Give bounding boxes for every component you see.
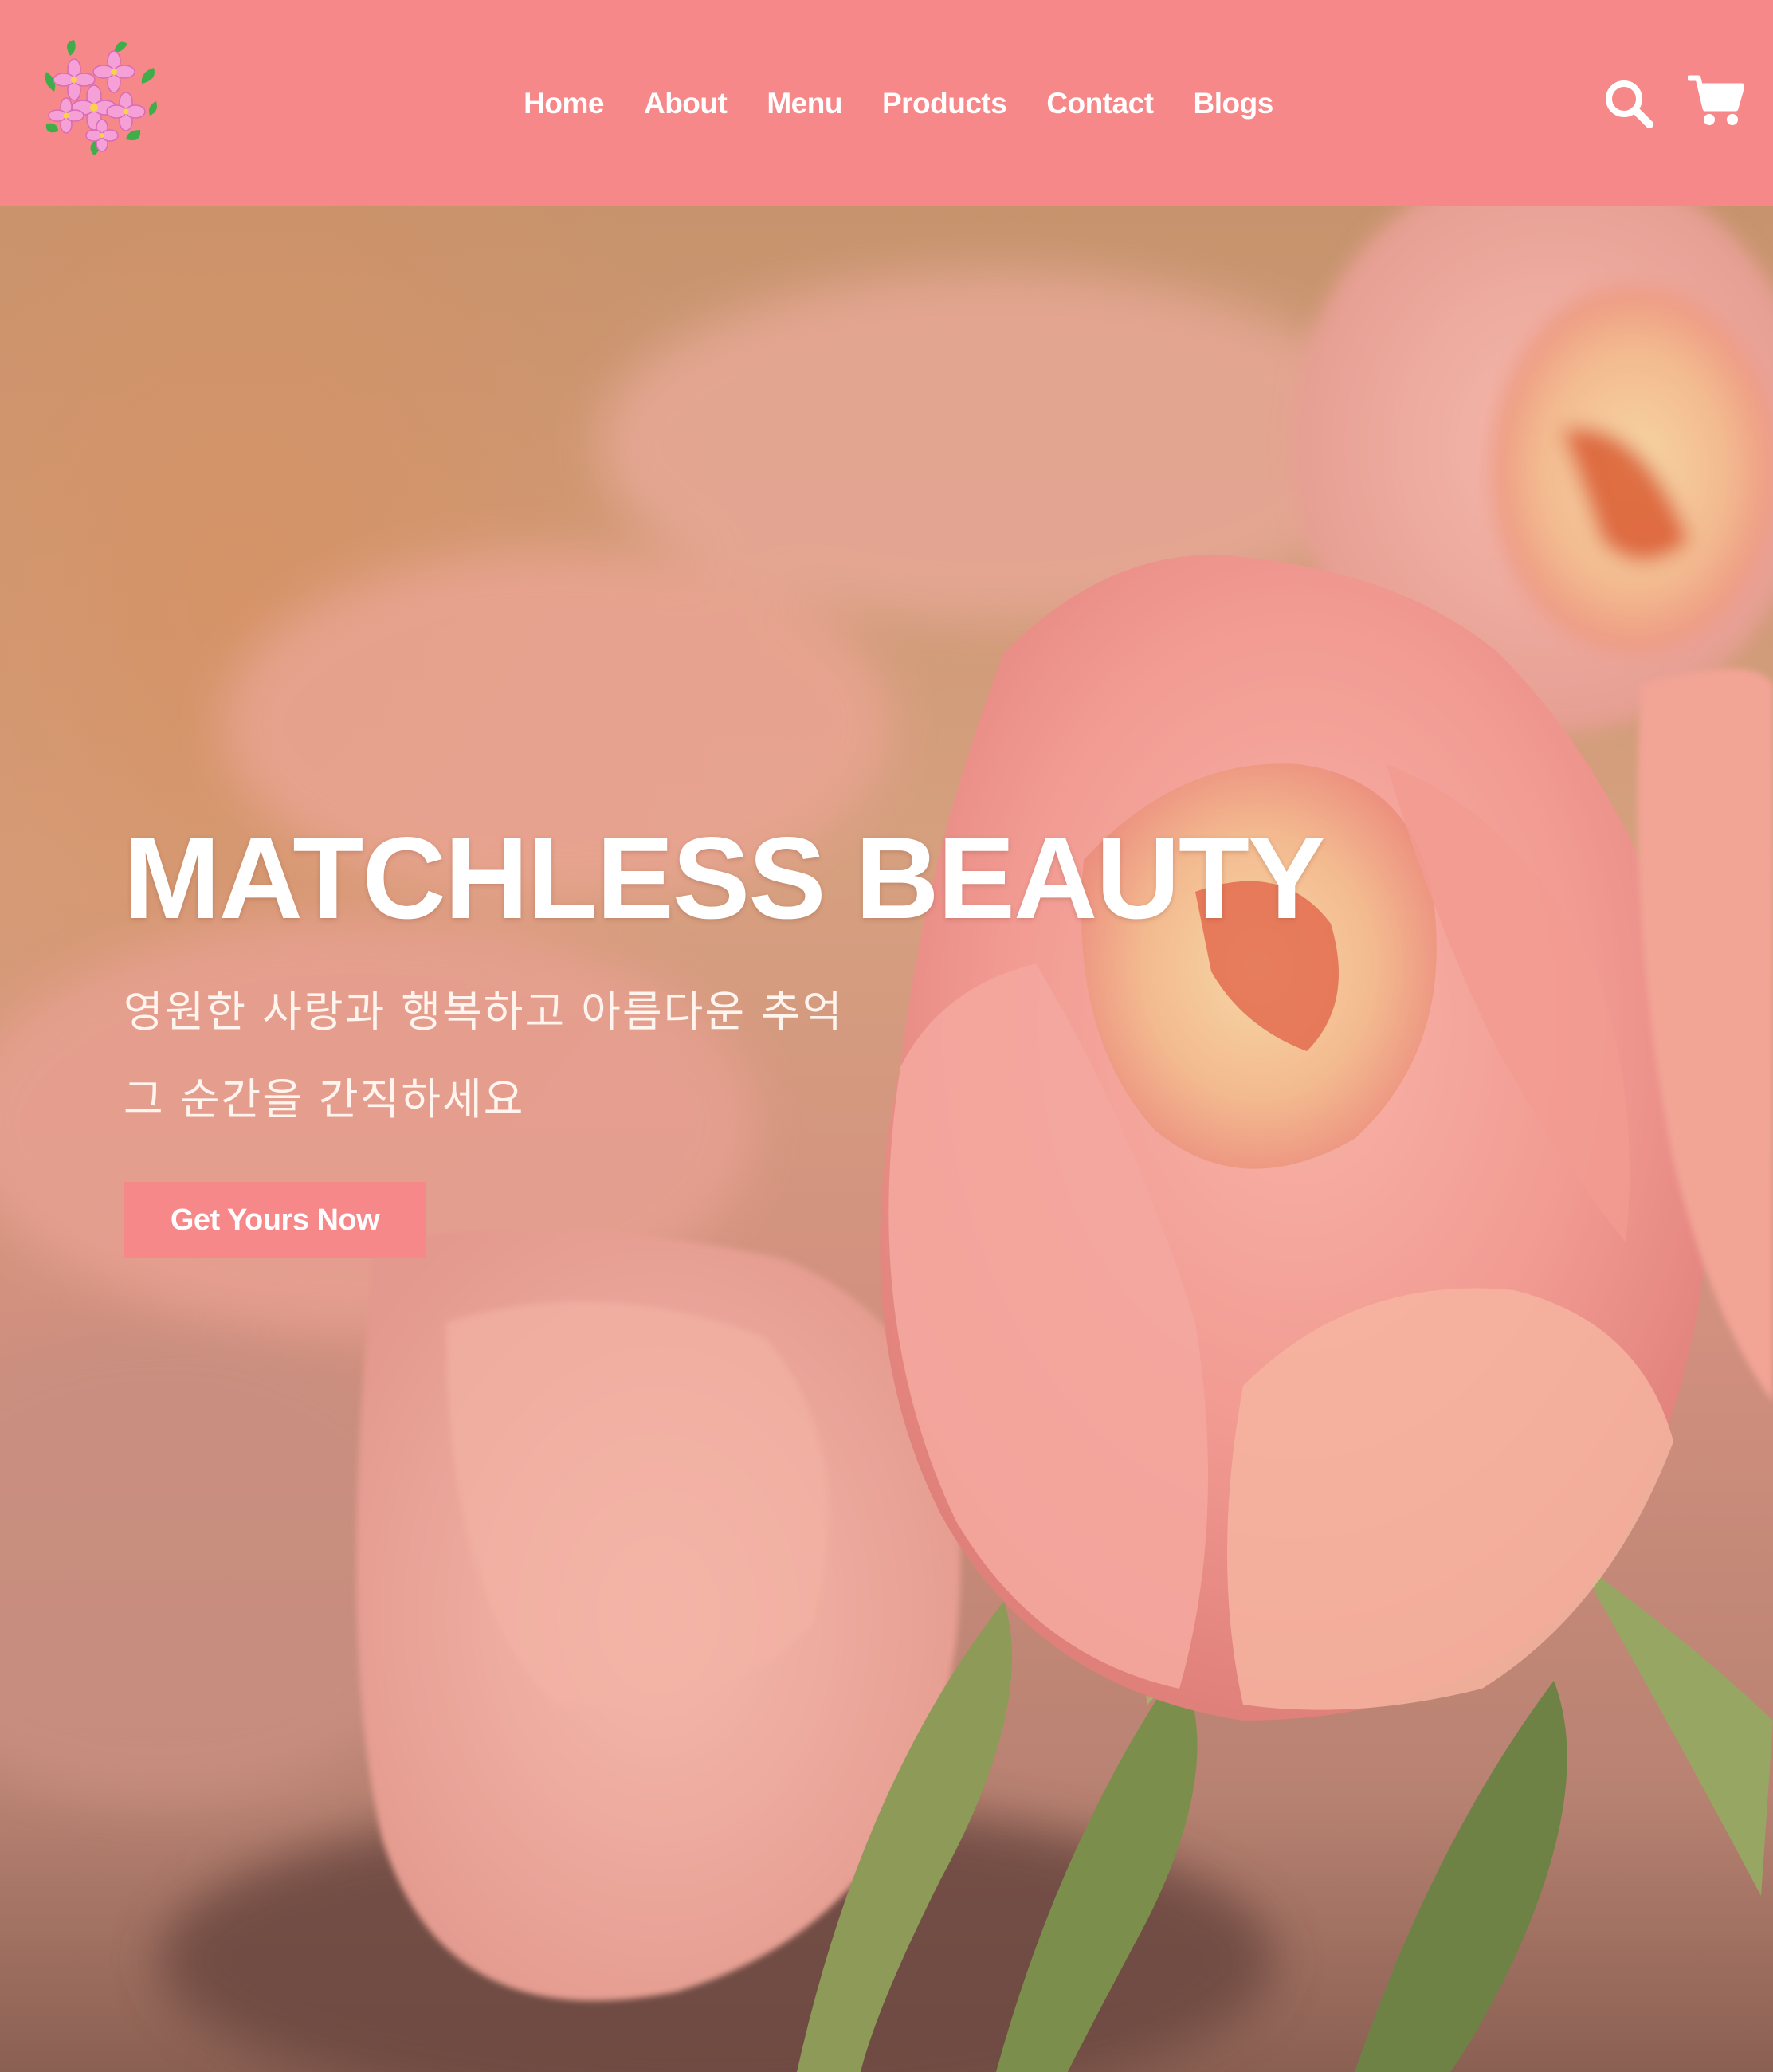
hero-subtitle-line2: 그 순간을 간직하세요 (124, 1074, 525, 1124)
nav-products[interactable]: Products (882, 87, 1007, 120)
hero-content: MATCHLESS BEAUTY 영원한 사랑과 행복하고 아름다운 추억 그 … (124, 813, 1325, 1258)
cart-icon[interactable] (1688, 73, 1744, 128)
site-header: Home About Menu Products Contact Blogs (0, 0, 1773, 206)
main-nav: Home About Menu Products Contact Blogs (0, 0, 1773, 206)
get-yours-now-button[interactable]: Get Yours Now (124, 1182, 426, 1258)
page: Home About Menu Products Contact Blogs M… (0, 0, 1773, 2072)
search-icon[interactable] (1603, 78, 1654, 129)
hero-section: MATCHLESS BEAUTY 영원한 사랑과 행복하고 아름다운 추억 그 … (0, 206, 1773, 2072)
nav-home[interactable]: Home (524, 87, 604, 120)
nav-about[interactable]: About (644, 87, 728, 120)
nav-contact[interactable]: Contact (1046, 87, 1154, 120)
nav-blogs[interactable]: Blogs (1194, 87, 1274, 120)
nav-menu[interactable]: Menu (767, 87, 842, 120)
hero-title: MATCHLESS BEAUTY (124, 813, 1325, 943)
hero-subtitle-line1: 영원한 사랑과 행복하고 아름다운 추억 (124, 987, 844, 1037)
